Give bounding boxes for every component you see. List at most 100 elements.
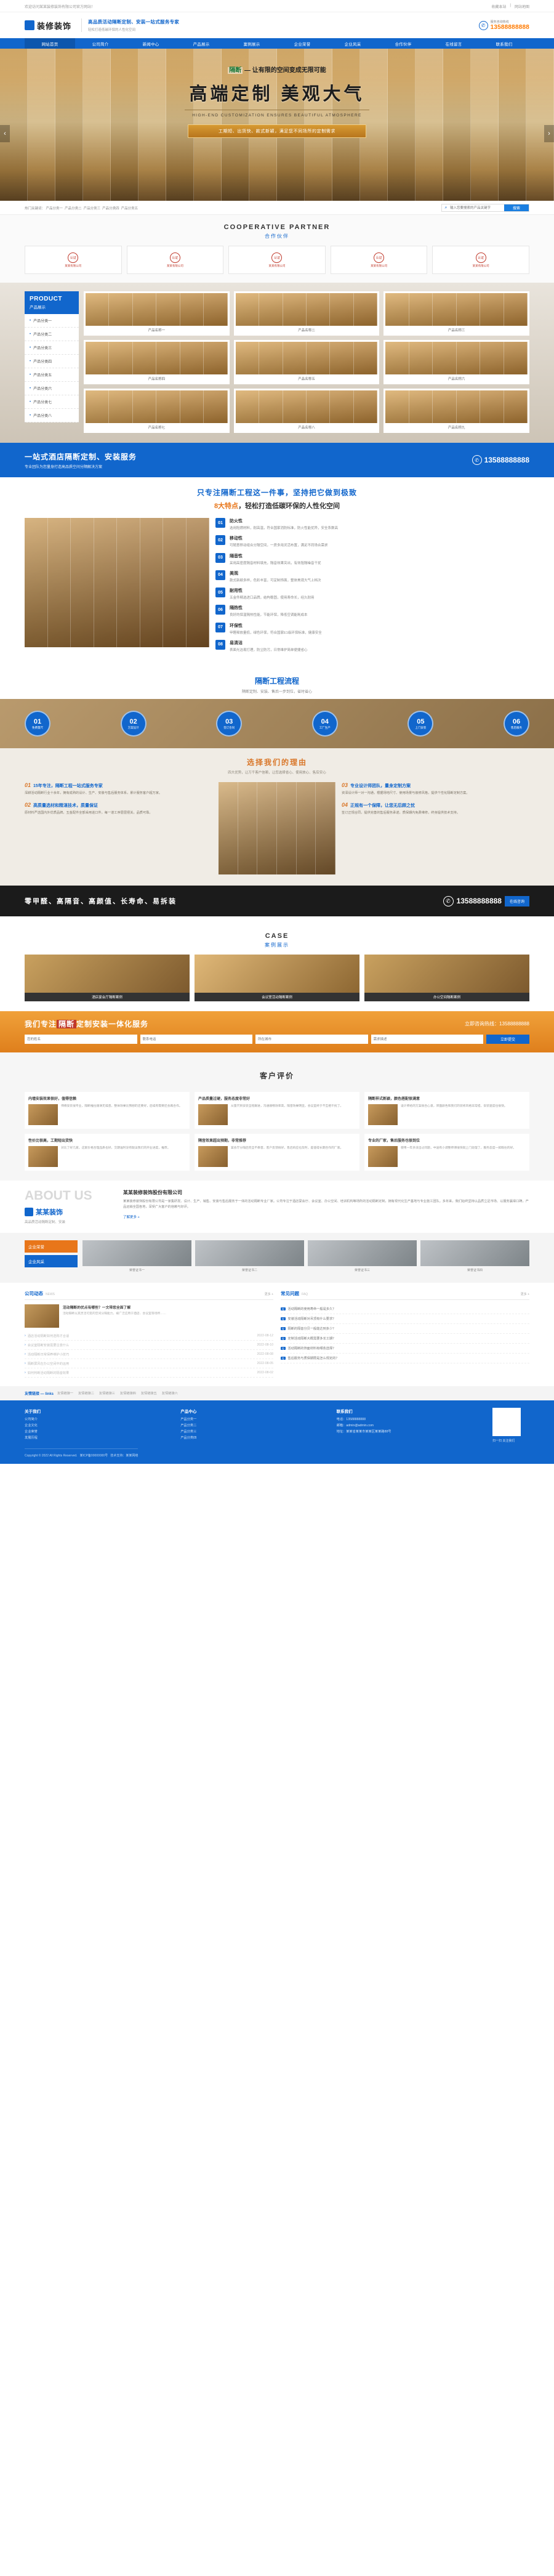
nav-item-0[interactable]: 网站首页: [25, 38, 75, 49]
site-logo[interactable]: 装修装饰: [25, 20, 71, 31]
product-card[interactable]: 产品名称二: [233, 291, 380, 336]
footer-link[interactable]: 企业文化: [25, 1423, 172, 1429]
news-list-item[interactable]: 酒店活动隔断如何选购才合适 2022-08-12: [25, 1331, 273, 1341]
product-category-item[interactable]: 产品分类三: [25, 341, 79, 355]
news-list-item[interactable]: 活动隔断日常保养维护小技巧 2022-08-08: [25, 1350, 273, 1359]
footer-link[interactable]: 企业荣誉: [25, 1429, 172, 1435]
nav-item-1[interactable]: 公司简介: [75, 38, 126, 49]
product-card[interactable]: 产品名称八: [233, 389, 380, 433]
friend-link-3[interactable]: 友情链接四: [120, 1391, 136, 1395]
product-category-item[interactable]: 产品分类八: [25, 409, 79, 422]
partner-card[interactable]: 认证 某某有限公司: [228, 246, 326, 274]
faq-more-link[interactable]: 更多 +: [521, 1292, 529, 1296]
friend-link-4[interactable]: 友情链接五: [141, 1391, 157, 1395]
footer-icp[interactable]: 某ICP备00000000号: [80, 1454, 108, 1458]
friend-link-5[interactable]: 友情链接六: [162, 1391, 178, 1395]
faq-item[interactable]: 安装活动隔断对吊顶有什么要求？: [281, 1314, 529, 1324]
cta-dark-button[interactable]: 在线咨询: [504, 895, 529, 906]
footer-link[interactable]: 产品分类一: [180, 1417, 327, 1423]
faq-item[interactable]: 活动隔断的使用寿命一般是多久？: [281, 1304, 529, 1314]
news-more-link[interactable]: 更多 +: [265, 1292, 273, 1296]
product-card[interactable]: 产品名称五: [233, 340, 380, 384]
footer-link[interactable]: 产品分类二: [180, 1423, 327, 1429]
footer-link[interactable]: 产品分类三: [180, 1429, 327, 1435]
process-step[interactable]: 06 售后服务: [503, 711, 529, 737]
hot-keyword-0[interactable]: 产品分类一: [46, 207, 63, 211]
sitemap-link[interactable]: 网站地图: [515, 4, 529, 9]
product-category-item[interactable]: 产品分类二: [25, 328, 79, 341]
footer-link[interactable]: 地址：某某省某某市某某区某某路88号: [337, 1429, 484, 1435]
nav-item-2[interactable]: 新闻中心: [126, 38, 176, 49]
nav-item-5[interactable]: 企业荣誉: [277, 38, 327, 49]
friend-link-2[interactable]: 友情链接三: [99, 1391, 115, 1395]
showcase-item[interactable]: 荣誉证书一: [82, 1240, 191, 1274]
footer-link[interactable]: 公司简介: [25, 1417, 172, 1423]
partners-heading-cn: 合作伙伴: [265, 233, 289, 239]
product-category-item[interactable]: 产品分类五: [25, 368, 79, 382]
nav-item-7[interactable]: 合作伙伴: [378, 38, 428, 49]
news-list-item[interactable]: 会议室隔断安装需要注意什么 2022-08-10: [25, 1341, 273, 1350]
nav-item-8[interactable]: 在线留言: [428, 38, 479, 49]
process-step[interactable]: 04 工厂生产: [311, 711, 338, 737]
faq-item[interactable]: 活动隔断的饰面材料有哪些选择？: [281, 1344, 529, 1354]
cta-field-2[interactable]: [255, 1035, 368, 1044]
product-card[interactable]: 产品名称七: [84, 389, 230, 433]
cta-submit-button[interactable]: 立即提交: [486, 1035, 529, 1044]
cta-field-1[interactable]: [140, 1035, 252, 1044]
product-card[interactable]: 产品名称三: [383, 291, 529, 336]
process-step[interactable]: 02 方案设计: [120, 711, 147, 737]
footer-link[interactable]: 发展历程: [25, 1435, 172, 1442]
faq-item[interactable]: 隔断的隔音分贝一般能达到多少？: [281, 1324, 529, 1334]
news-feature[interactable]: 活动隔断的优点有哪些？一文带您全面了解 活动隔断以其灵活可变的空间分隔能力，被广…: [25, 1304, 273, 1328]
product-card[interactable]: 产品名称六: [383, 340, 529, 384]
faq-item[interactable]: 售后服务与质保期限是怎么规定的？: [281, 1354, 529, 1363]
hot-keyword-1[interactable]: 产品分类二: [65, 207, 82, 211]
news-list-item[interactable]: 隔断屏风在办公空间中的运用 2022-08-05: [25, 1359, 273, 1368]
partner-card[interactable]: 认证 某某有限公司: [330, 246, 428, 274]
about-more-link[interactable]: 了解更多 +: [123, 1214, 529, 1219]
partner-card[interactable]: 认证 某某有限公司: [432, 246, 529, 274]
footer-link[interactable]: 产品分类四: [180, 1435, 327, 1442]
search-input[interactable]: [450, 204, 504, 211]
product-card[interactable]: 产品名称九: [383, 389, 529, 433]
case-card[interactable]: 办公空间隔断案例: [364, 955, 529, 1001]
product-category-item[interactable]: 产品分类一: [25, 314, 79, 328]
showcase-item[interactable]: 荣誉证书二: [195, 1240, 304, 1274]
footer-link[interactable]: 邮箱：admin@admin.com: [337, 1423, 484, 1429]
product-category-item[interactable]: 产品分类七: [25, 395, 79, 409]
banner-prev-arrow[interactable]: ‹: [0, 124, 10, 142]
banner-next-arrow[interactable]: ›: [544, 124, 554, 142]
nav-item-3[interactable]: 产品展示: [176, 38, 227, 49]
footer-link[interactable]: 电话：13588888888: [337, 1417, 484, 1423]
friend-link-0[interactable]: 友情链接一: [57, 1391, 73, 1395]
product-category-item[interactable]: 产品分类六: [25, 382, 79, 395]
hot-keyword-4[interactable]: 产品分类五: [121, 207, 138, 211]
nav-item-4[interactable]: 案例展示: [227, 38, 277, 49]
search-button[interactable]: 搜索: [504, 204, 529, 211]
cta-field-3[interactable]: [371, 1035, 483, 1044]
process-step[interactable]: 05 上门安装: [407, 711, 434, 737]
product-card[interactable]: 产品名称一: [84, 291, 230, 336]
case-card[interactable]: 酒店宴会厅隔断案例: [25, 955, 190, 1001]
nav-item-6[interactable]: 企业风采: [327, 38, 378, 49]
process-step[interactable]: 03 签订合同: [216, 711, 243, 737]
process-step[interactable]: 01 免费量尺: [25, 711, 50, 737]
partner-card[interactable]: 认证 某某有限公司: [25, 246, 122, 274]
hot-keyword-3[interactable]: 产品分类四: [102, 207, 119, 211]
hot-keyword-2[interactable]: 产品分类三: [84, 207, 101, 211]
friend-link-1[interactable]: 友情链接二: [78, 1391, 94, 1395]
showcase-item[interactable]: 荣誉证书三: [308, 1240, 417, 1274]
faq-item[interactable]: 定制活动隔断大概需要多长工期？: [281, 1334, 529, 1344]
nav-item-9[interactable]: 联系我们: [479, 38, 529, 49]
product-card[interactable]: 产品名称四: [84, 340, 230, 384]
partner-card[interactable]: 认证 某某有限公司: [126, 246, 224, 274]
case-card[interactable]: 会议室活动隔断案例: [195, 955, 359, 1001]
product-category-item[interactable]: 产品分类四: [25, 355, 79, 368]
tab-honors[interactable]: 企业荣誉: [25, 1240, 78, 1253]
product-sidebar: PRODUCT 产品展示 产品分类一产品分类二产品分类三产品分类四产品分类五产品…: [25, 291, 79, 433]
cta-field-0[interactable]: [25, 1035, 137, 1044]
news-list-item[interactable]: 如何判断活动隔断的隔音效果 2022-08-02: [25, 1368, 273, 1378]
favorite-link[interactable]: 收藏本站: [491, 4, 506, 9]
showcase-item[interactable]: 荣誉证书四: [420, 1240, 529, 1274]
tab-style[interactable]: 企业风采: [25, 1255, 78, 1267]
